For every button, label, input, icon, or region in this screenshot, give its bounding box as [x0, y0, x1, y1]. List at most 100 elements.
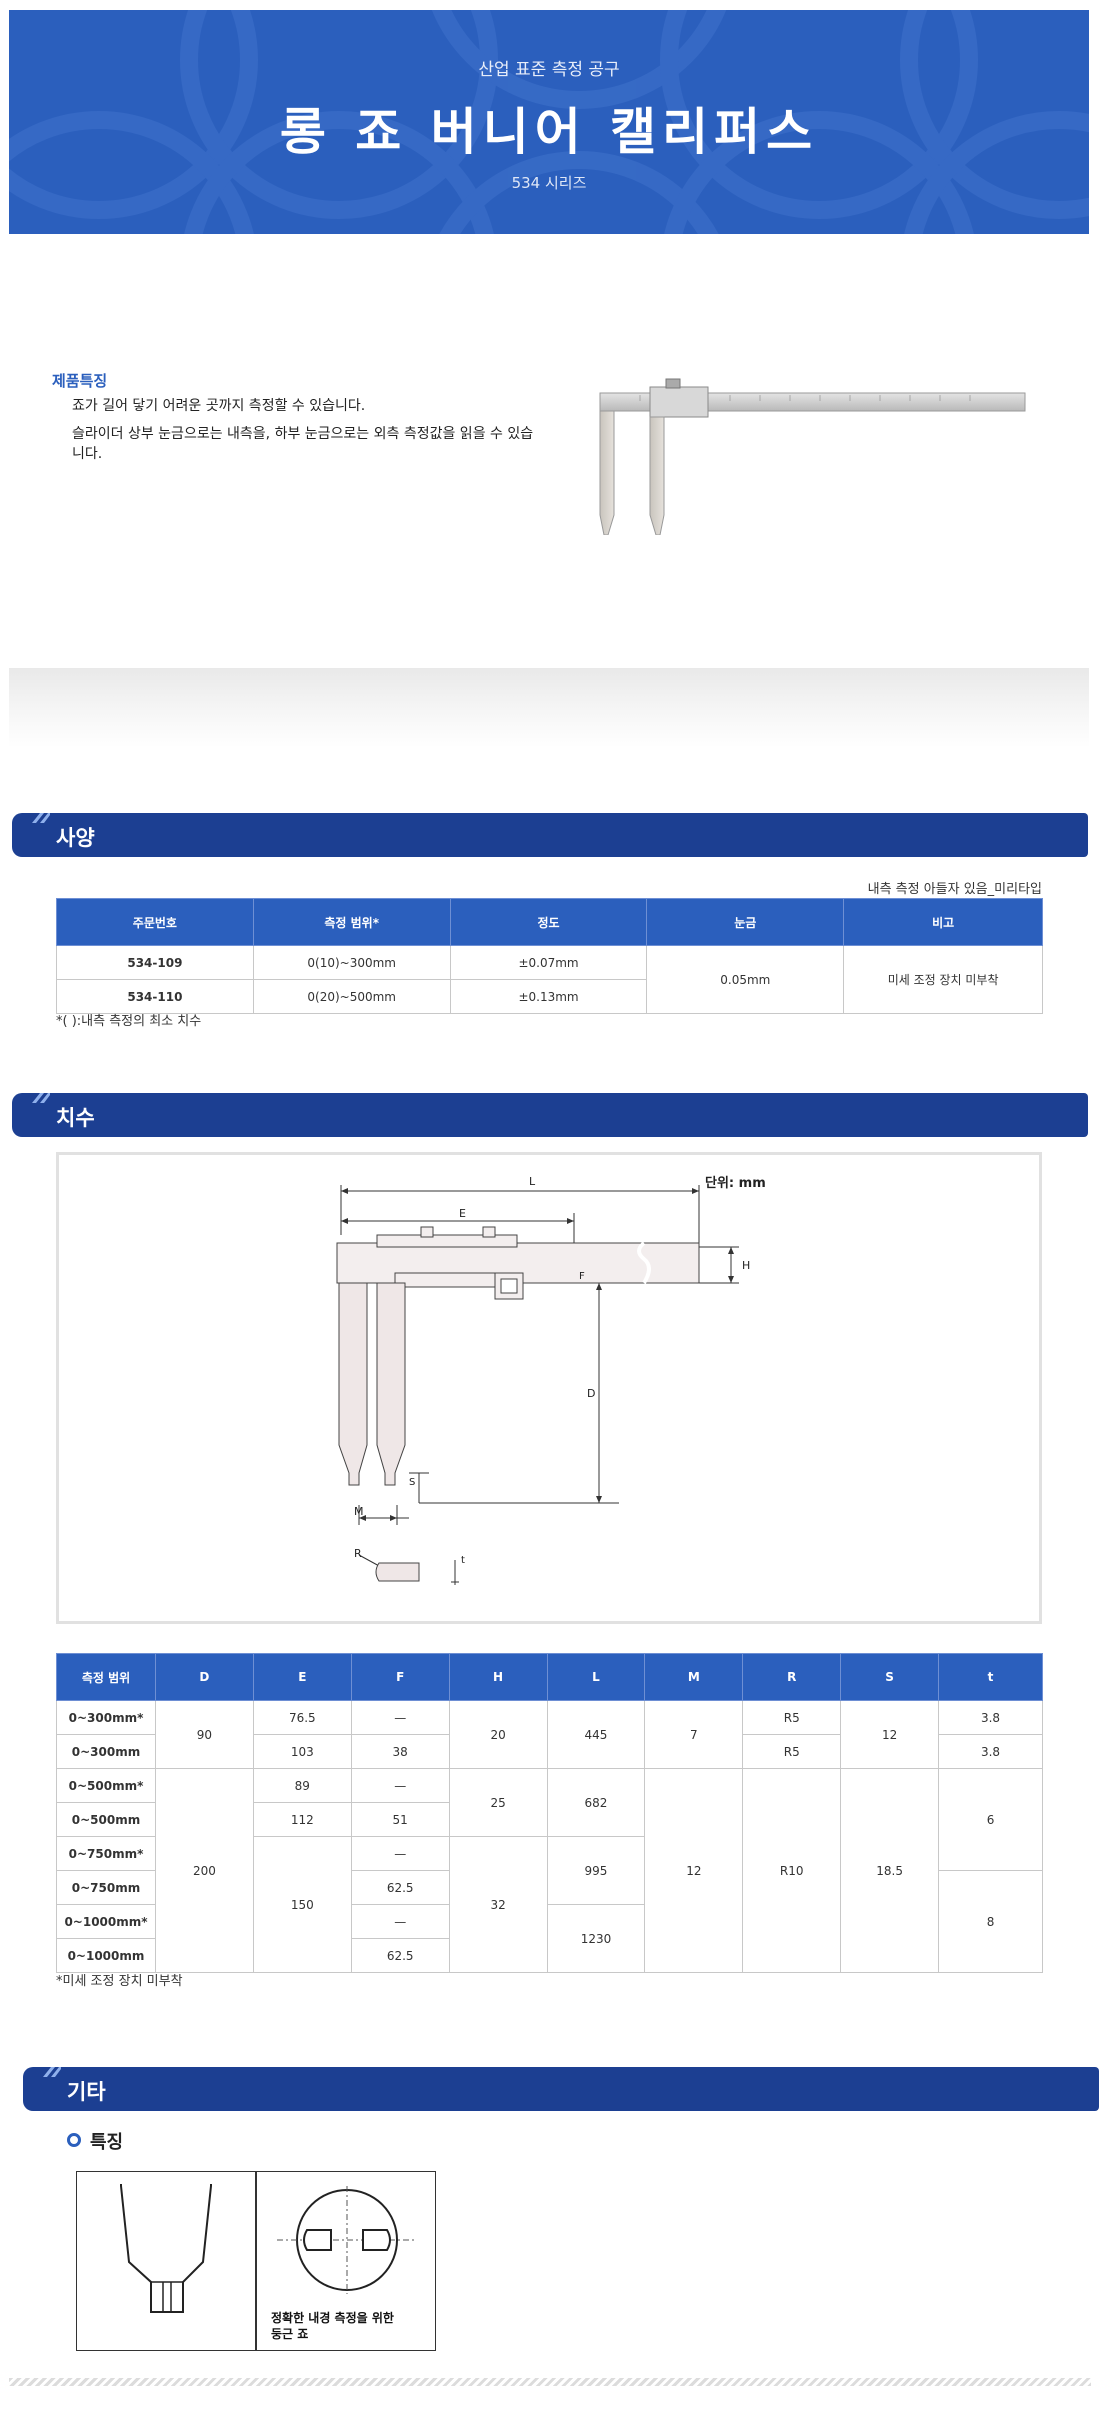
dimension-drawing-frame: L E H F D S M R t 단위: mm	[56, 1152, 1042, 1624]
dim-E: 76.5	[252, 1700, 352, 1735]
dim-F: —	[350, 1700, 450, 1735]
dim-R: R5	[742, 1734, 842, 1769]
spec-header-range: 측정 범위*	[252, 898, 451, 946]
dim-L: 995	[546, 1836, 646, 1905]
dim-header-F: F	[350, 1653, 450, 1701]
feature-image-round-jaw: 정확한 내경 측정을 위한 둥근 죠	[256, 2171, 436, 2351]
dim-t: 3.8	[938, 1700, 1043, 1735]
section-label-other: 기타	[67, 2080, 106, 2104]
dim-D: 200	[154, 1768, 254, 1973]
section-bar-spec: 사양	[12, 813, 1088, 857]
dim-R: R10	[742, 1768, 842, 1973]
dim-E: 112	[252, 1802, 352, 1837]
dim-footnote: *미세 조정 장치 미부착	[56, 1974, 183, 1989]
spec-range: 0(10)~300mm	[252, 945, 451, 980]
section-bar-dims: 치수	[12, 1093, 1088, 1137]
dim-E: 103	[252, 1734, 352, 1769]
dim-F: 62.5	[350, 1938, 450, 1973]
dim-range: 0~750mm*	[56, 1836, 156, 1871]
dim-range: 0~300mm	[56, 1734, 156, 1769]
dim-F: —	[350, 1836, 450, 1871]
dim-L: 1230	[546, 1904, 646, 1973]
dim-header-H: H	[448, 1653, 548, 1701]
dim-F: —	[350, 1904, 450, 1939]
dim-t: 8	[938, 1870, 1043, 1973]
divider-fade	[9, 668, 1089, 748]
dim-R: R5	[742, 1700, 842, 1735]
spec-table: 주문번호 측정 범위* 정도 눈금 비고 534-109 0(10)~300mm…	[56, 898, 1043, 1014]
dim-label-R: R	[354, 1547, 362, 1560]
spec-graduation: 0.05mm	[646, 945, 845, 1014]
banner-title: 롱 죠 버니어 캘리퍼스	[279, 103, 819, 161]
spec-code: 534-109	[56, 945, 254, 980]
dim-range: 0~1000mm*	[56, 1904, 156, 1939]
bullet-circle-icon	[67, 2133, 81, 2147]
dim-label-S: S	[409, 1477, 415, 1488]
banner-series: 534 시리즈	[511, 174, 587, 192]
spec-header-graduation: 눈금	[646, 898, 845, 946]
dim-label-t: t	[461, 1555, 465, 1566]
dim-range: 0~500mm*	[56, 1768, 156, 1803]
features-heading: 제품특징	[52, 372, 108, 390]
feature-line-1: 죠가 길어 닿기 어려운 곳까지 측정할 수 있습니다.	[72, 398, 366, 414]
dim-range: 0~500mm	[56, 1802, 156, 1837]
feature-image-jaw-tip	[76, 2171, 256, 2351]
feature-line-2: 슬라이더 상부 눈금으로는 내측을, 하부 눈금으로는 외측 측정값을 읽을 수…	[72, 426, 534, 462]
section-tick-icon	[32, 813, 50, 823]
dim-t: 3.8	[938, 1734, 1043, 1769]
dim-M: 12	[644, 1768, 744, 1973]
dim-range: 0~750mm	[56, 1870, 156, 1905]
dim-header-M: M	[644, 1653, 744, 1701]
spec-header-accuracy: 정도	[449, 898, 648, 946]
dim-header-E: E	[252, 1653, 352, 1701]
dim-H: 20	[448, 1700, 548, 1769]
caliper-product-image	[599, 378, 1026, 535]
bottom-divider	[9, 2378, 1091, 2386]
table-row: 0~500mm* 200 89 — 25 682 12 R10 18.5 6	[56, 1768, 1043, 1973]
dim-S: 12	[840, 1700, 940, 1769]
dim-label-H: H	[742, 1259, 750, 1272]
section-label-dims: 치수	[56, 1106, 95, 1130]
product-banner: 산업 표준 측정 공구 롱 죠 버니어 캘리퍼스 534 시리즈	[9, 10, 1089, 234]
spec-footnote: *( ):내측 측정의 최소 치수	[56, 1014, 202, 1029]
dim-F: 38	[350, 1734, 450, 1769]
dim-F: 51	[350, 1802, 450, 1837]
dim-header-L: L	[546, 1653, 646, 1701]
spec-note-right: 내측 측정 아들자 있음_미리타입	[867, 882, 1042, 897]
round-jaw-caption-line1: 정확한 내경 측정을 위한	[271, 2311, 394, 2325]
dim-F: 62.5	[350, 1870, 450, 1905]
section-tick-icon	[32, 1093, 50, 1103]
dimension-drawing: L E H F D S M R t 단위: mm	[336, 1175, 766, 1585]
dim-header-R: R	[742, 1653, 842, 1701]
dim-label-D: D	[587, 1387, 595, 1400]
dim-label-L: L	[529, 1175, 536, 1188]
section-tick-icon	[43, 2067, 61, 2077]
dimension-table: 측정 범위 D E F H L M R S t 0~300mm* 90 76.5…	[56, 1653, 1043, 1973]
dim-t: 6	[938, 1768, 1043, 1871]
jaw-tip-drawing	[120, 2184, 212, 2313]
dim-D: 90	[154, 1700, 254, 1769]
spec-range: 0(20)~500mm	[252, 979, 451, 1014]
dim-E: 89	[252, 1768, 352, 1803]
section-bar-other: 기타	[23, 2067, 1099, 2111]
spec-remark: 미세 조정 장치 미부착	[843, 945, 1043, 1014]
spec-header-remark: 비고	[843, 898, 1043, 946]
dim-range: 0~1000mm	[56, 1938, 156, 1973]
dim-S: 18.5	[840, 1768, 940, 1973]
dim-header-D: D	[154, 1653, 254, 1701]
spec-accuracy: ±0.07mm	[449, 945, 648, 980]
banner-subtitle: 산업 표준 측정 공구	[478, 60, 620, 80]
spec-accuracy: ±0.13mm	[449, 979, 648, 1014]
dim-label-F: F	[579, 1271, 585, 1282]
spec-code: 534-110	[56, 979, 254, 1014]
section-label-spec: 사양	[56, 826, 95, 850]
dim-H: 32	[448, 1836, 548, 1973]
table-row: 0~300mm* 90 76.5 — 20 445 7 R5 12 3.8	[56, 1700, 1043, 1769]
dim-header-range: 측정 범위	[56, 1653, 156, 1701]
dim-L: 445	[546, 1700, 646, 1769]
round-jaw-caption-line2: 둥근 죠	[271, 2327, 309, 2341]
dim-range: 0~300mm*	[56, 1700, 156, 1735]
dim-header-t: t	[938, 1653, 1043, 1701]
dim-M: 7	[644, 1700, 744, 1769]
table-row: 534-109 0(10)~300mm ±0.07mm 0.05mm 미세 조정…	[56, 945, 1043, 1014]
